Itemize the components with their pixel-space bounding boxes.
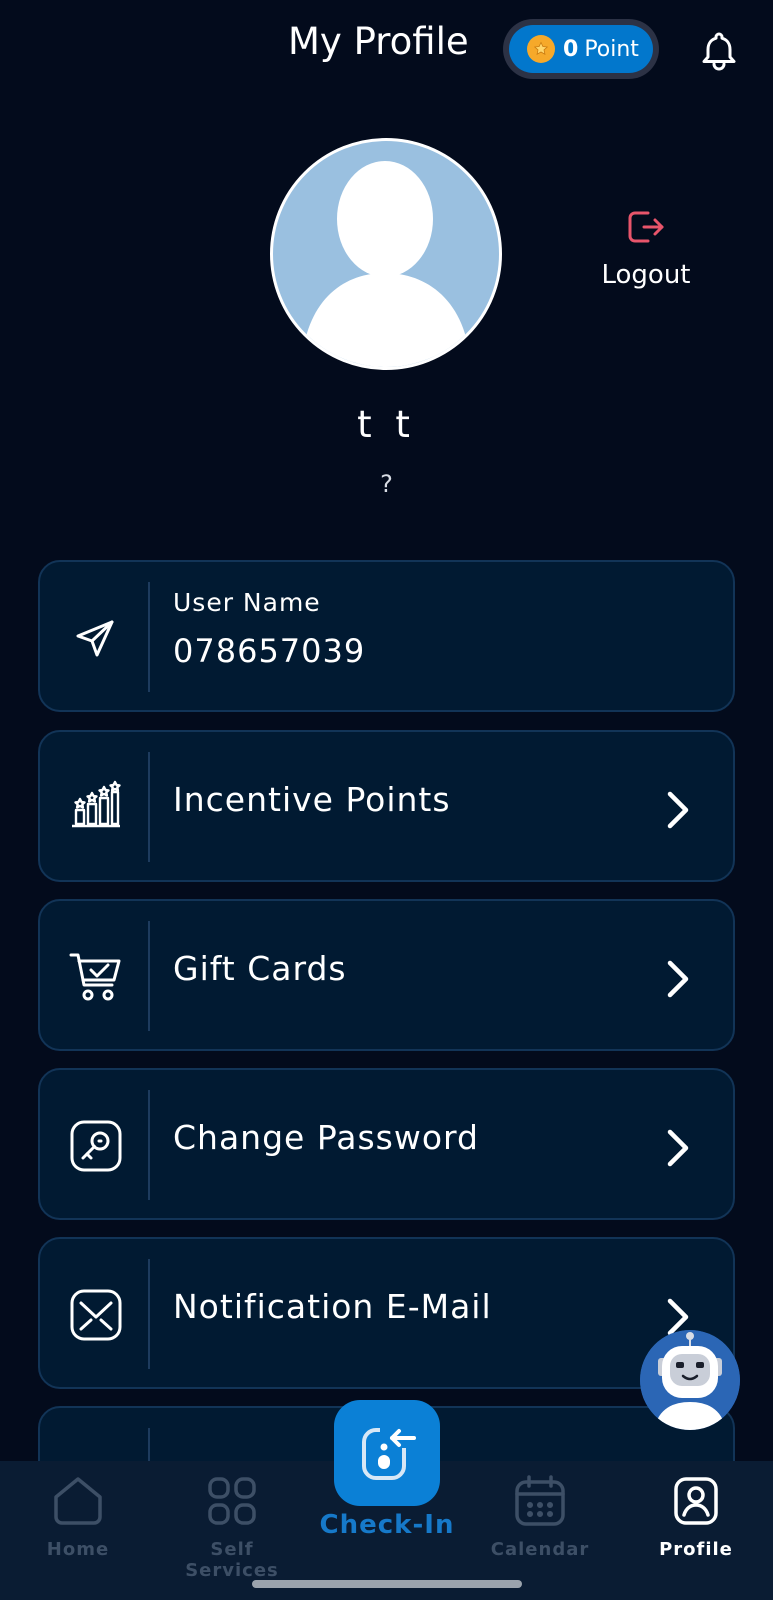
avatar[interactable]: [270, 138, 502, 370]
profile-subtitle: ?: [380, 470, 393, 498]
tab-home[interactable]: Home: [8, 1473, 148, 1583]
coin-icon: [527, 35, 555, 63]
points-badge[interactable]: 0 Point: [503, 19, 659, 79]
bar-chart-stars-icon: [68, 780, 124, 836]
logout-icon: [622, 205, 666, 249]
calendar-icon: [515, 1475, 565, 1526]
shopping-cart-check-icon: [68, 949, 124, 1005]
logout-label: Logout: [601, 260, 691, 290]
check-in-icon: [362, 1428, 416, 1480]
card-divider: [148, 921, 150, 1031]
profile-icon: [674, 1477, 718, 1525]
tab-calendar[interactable]: Calendar: [470, 1473, 610, 1583]
menu-item-label: Incentive Points: [173, 780, 451, 819]
menu-item-gift-cards[interactable]: Gift Cards: [38, 899, 735, 1051]
menu-item-label: Change Password: [173, 1118, 479, 1157]
card-divider: [148, 582, 150, 692]
user-name-label: User Name: [173, 588, 321, 617]
key-icon: [68, 1118, 124, 1174]
user-name-card: User Name 078657039: [38, 560, 735, 712]
home-icon: [54, 1477, 102, 1525]
card-divider: [148, 1259, 150, 1369]
points-label: Point: [584, 36, 639, 62]
profile-name: t t: [357, 403, 416, 446]
mail-icon: [68, 1287, 124, 1343]
chatbot-button[interactable]: [640, 1330, 740, 1430]
points-value: 0: [563, 36, 579, 62]
logout-button[interactable]: Logout: [590, 205, 702, 295]
tab-label: Profile: [659, 1539, 733, 1560]
chevron-right-icon: [660, 788, 696, 832]
send-icon: [68, 610, 124, 666]
menu-item-change-password[interactable]: Change Password: [38, 1068, 735, 1220]
tab-self-services[interactable]: Self Services: [162, 1473, 302, 1583]
card-divider: [148, 752, 150, 862]
menu-item-notification-email[interactable]: Notification E-Mail: [38, 1237, 735, 1389]
card-divider: [148, 1090, 150, 1200]
user-name-value: 078657039: [173, 632, 366, 670]
menu-item-label: Notification E-Mail: [173, 1287, 492, 1326]
tab-label: Self Services: [185, 1539, 279, 1581]
chevron-right-icon: [660, 957, 696, 1001]
check-in-label[interactable]: Check-In: [300, 1510, 474, 1540]
home-indicator: [252, 1580, 522, 1588]
tab-label: Calendar: [490, 1539, 590, 1560]
menu-item-label: Gift Cards: [173, 949, 347, 988]
chevron-right-icon: [660, 1126, 696, 1170]
bell-icon[interactable]: [697, 28, 741, 72]
tab-profile[interactable]: Profile: [626, 1473, 766, 1583]
menu-item-incentive-points[interactable]: Incentive Points: [38, 730, 735, 882]
tab-label: Home: [46, 1539, 110, 1560]
grid-icon: [208, 1477, 256, 1525]
page-title: My Profile: [288, 20, 469, 63]
check-in-button[interactable]: [334, 1400, 440, 1506]
